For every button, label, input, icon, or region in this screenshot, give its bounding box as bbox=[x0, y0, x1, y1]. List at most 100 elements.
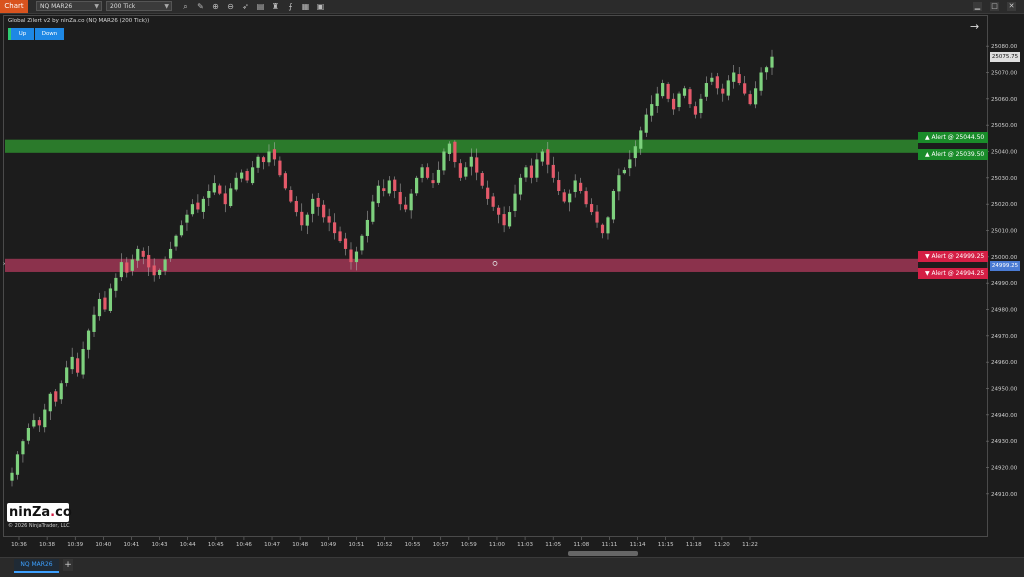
candle-body bbox=[245, 171, 249, 181]
candle-body bbox=[70, 356, 74, 370]
candle-body bbox=[764, 67, 769, 73]
y-tick-label: 25020.00 bbox=[991, 202, 1018, 208]
candle-body bbox=[393, 179, 397, 191]
add-tab-button[interactable]: + bbox=[63, 559, 73, 571]
candle-body bbox=[201, 198, 205, 212]
y-tick-label: 25030.00 bbox=[991, 176, 1018, 182]
candle-body bbox=[475, 157, 479, 173]
candle-body bbox=[158, 270, 162, 275]
candle-body bbox=[185, 214, 189, 223]
candle-body bbox=[425, 167, 430, 178]
scrollbar-thumb[interactable] bbox=[568, 551, 638, 556]
candle-body bbox=[529, 165, 534, 178]
candle-body bbox=[584, 191, 588, 205]
candle-body bbox=[513, 193, 517, 211]
candle-body bbox=[633, 146, 637, 159]
candle-body bbox=[376, 185, 380, 204]
candle-body bbox=[360, 235, 364, 251]
candle-body bbox=[704, 83, 708, 97]
candle-body bbox=[464, 167, 468, 177]
candle-body bbox=[125, 262, 129, 273]
candle-body bbox=[179, 225, 184, 236]
x-tick-label: 11:05 bbox=[545, 542, 561, 548]
alert-label-25039[interactable]: ▲ Alert @ 25039.50 bbox=[918, 149, 988, 161]
candle-body bbox=[322, 204, 326, 218]
candle-body bbox=[491, 196, 495, 207]
x-tick-label: 11:03 bbox=[517, 542, 533, 548]
candle-body bbox=[316, 197, 320, 207]
x-tick-label: 10:52 bbox=[377, 542, 393, 548]
copyright-text: © 2026 NinjaTrader, LLC bbox=[8, 523, 70, 529]
y-tick-label: 24940.00 bbox=[991, 413, 1018, 419]
candle-body bbox=[453, 141, 457, 163]
candle-body bbox=[59, 383, 63, 400]
bottom-tab-bar bbox=[0, 557, 1024, 577]
alert-label-24999[interactable]: ▼ Alert @ 24999.25 bbox=[918, 251, 988, 263]
y-tick-label: 25010.00 bbox=[991, 229, 1018, 235]
candle-body bbox=[507, 212, 512, 227]
horizontal-scrollbar[interactable] bbox=[3, 549, 988, 557]
candle-body bbox=[256, 156, 260, 168]
price-chart[interactable]: 25080.00 25070.00 25060.00 25050.00 25040.00… bbox=[0, 0, 1024, 576]
candle-body bbox=[639, 130, 643, 149]
candle-body bbox=[497, 207, 501, 215]
ninza-logo: ninZa.co bbox=[7, 503, 72, 522]
candle-body bbox=[190, 204, 195, 215]
x-tick-label: 10:40 bbox=[95, 542, 111, 548]
candle-body bbox=[223, 193, 227, 205]
candle-body bbox=[218, 185, 222, 194]
candle-body bbox=[557, 180, 561, 191]
candle-body bbox=[770, 56, 774, 68]
candle-body bbox=[332, 222, 337, 234]
scroll-right-icon[interactable]: → bbox=[970, 20, 979, 33]
candle-body bbox=[458, 163, 462, 178]
candle-body bbox=[354, 251, 359, 263]
candle-body bbox=[283, 173, 287, 189]
candle-body bbox=[267, 151, 271, 163]
candle-body bbox=[130, 259, 134, 271]
candle-body bbox=[682, 88, 687, 96]
candle-body bbox=[114, 277, 118, 291]
candle-body bbox=[152, 265, 156, 276]
candle-body bbox=[338, 231, 342, 242]
candle-body bbox=[671, 98, 676, 110]
y-tick-label: 25040.00 bbox=[991, 150, 1018, 156]
y-tick-label: 24930.00 bbox=[991, 439, 1018, 445]
alert-label-24994[interactable]: ▼ Alert @ 24994.25 bbox=[918, 268, 988, 280]
candle-body bbox=[48, 393, 52, 412]
candle-body bbox=[600, 224, 605, 234]
candle-body bbox=[97, 298, 102, 317]
candle-body bbox=[398, 192, 402, 205]
y-tick-label: 25070.00 bbox=[991, 71, 1018, 77]
x-tick-label: 10:48 bbox=[292, 542, 308, 548]
tab-nq-mar26[interactable]: NQ MAR26 bbox=[14, 559, 59, 573]
candle-body bbox=[573, 180, 577, 192]
candle-body bbox=[617, 175, 621, 192]
alert-label-25044[interactable]: ▲ Alert @ 25044.50 bbox=[918, 132, 988, 144]
candle-body bbox=[261, 157, 266, 163]
candle-body bbox=[119, 262, 123, 278]
candle-body bbox=[250, 167, 255, 184]
x-tick-label: 11:22 bbox=[742, 542, 758, 548]
candle-body bbox=[163, 259, 167, 271]
y-tick-label: 25080.00 bbox=[991, 44, 1018, 50]
up-button[interactable]: Up bbox=[8, 28, 34, 40]
candle-body bbox=[65, 367, 69, 383]
candle-body bbox=[108, 288, 113, 311]
x-tick-label: 11:15 bbox=[658, 542, 674, 548]
candle-body bbox=[234, 177, 238, 190]
candle-body bbox=[136, 248, 140, 261]
x-tick-label: 11:14 bbox=[630, 542, 646, 548]
candle-body bbox=[715, 76, 719, 89]
candle-body bbox=[622, 169, 626, 174]
candle-body bbox=[710, 77, 714, 82]
down-button[interactable]: Down bbox=[35, 28, 64, 40]
crosshair-price-tag: 24999.25 bbox=[990, 260, 1020, 271]
x-tick-label: 10:46 bbox=[236, 542, 252, 548]
x-tick-label: 10:36 bbox=[11, 542, 27, 548]
candle-body bbox=[562, 192, 566, 202]
candle-body bbox=[343, 238, 348, 249]
candle-body bbox=[551, 164, 555, 178]
x-tick-label: 10:41 bbox=[124, 542, 140, 548]
candle-body bbox=[240, 172, 244, 179]
